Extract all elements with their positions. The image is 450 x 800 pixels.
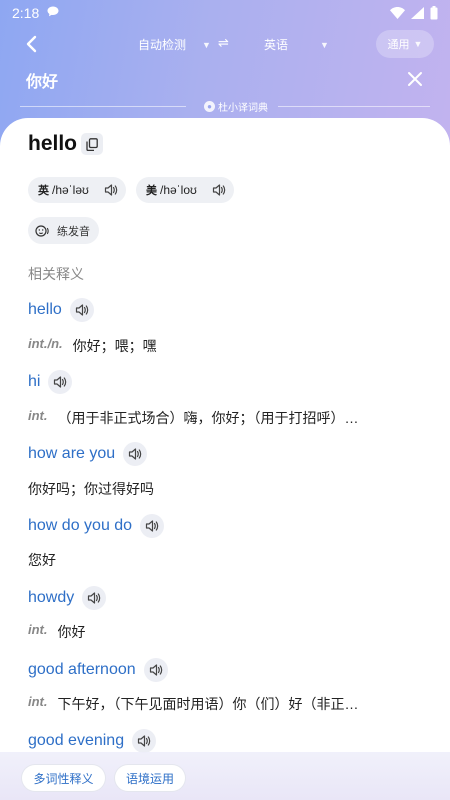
definition-text: 你好；喂；嘿 [72,338,157,354]
face-speaking-icon [35,224,51,238]
part-of-speech: int./n. [28,336,63,351]
definition-text: （用于非正式场合）嗨，你好；（用于打招呼）… [57,410,359,426]
part-of-speech: int. [28,408,48,423]
copy-icon[interactable] [81,133,103,155]
query-row: 你好 [0,64,450,94]
entry-word-text: howdy [28,589,75,606]
region-label: 英 [38,185,49,197]
entry-word-text: hi [28,373,41,390]
practice-pronunciation-button[interactable]: 练发音 [28,217,99,244]
speaker-icon[interactable] [69,298,94,322]
related-entry-word[interactable]: good afternoon [28,658,168,682]
entry-word-text: how are you [28,445,116,462]
entry-word-text: good evening [28,732,125,749]
query-input[interactable]: 你好 [26,68,58,92]
pronunciation-us[interactable]: 美 /həˈloʊ [136,177,234,203]
ipa-text: /həˈləʊ [52,183,89,197]
chevron-down-icon: ▼ [202,39,211,50]
related-entry-word[interactable]: how are you [28,442,148,466]
definition-text: 您好 [28,552,56,568]
related-entry-definition: 你好吗；你过得好吗 [28,479,422,499]
brand-label: ● 杜小译词典 [204,99,268,114]
definition-text: 你好吗；你过得好吗 [28,481,154,497]
chevron-down-icon: ▼ [413,39,423,49]
related-definitions-title: 相关释义 [28,266,84,282]
dictionary-brand-divider: ● 杜小译词典 [0,98,450,116]
related-entry-definition: int. 下午好，（下午见面时用语）你（们）好（非正… [28,694,422,714]
battery-icon [430,6,438,20]
swap-languages-icon[interactable]: ⇌ [218,36,229,51]
related-entry-word[interactable]: good evening [28,729,157,753]
target-language-label: 英语 [264,38,289,52]
back-arrow-icon[interactable] [22,34,42,54]
entry-word-text: good afternoon [28,661,136,678]
related-entry-word[interactable]: how do you do [28,514,165,538]
mode-label: 通用 [387,39,410,51]
speaker-icon [104,183,118,197]
bottom-tab-bar: 多词性释义 语境运用 [0,752,450,800]
result-card: hello 英 /həˈləʊ 美 /həˈloʊ 练发音 相关释义 hello… [0,118,450,800]
definition-text: 你好 [57,624,86,640]
wifi-icon [390,7,405,19]
source-language-label: 自动检测 [138,38,187,52]
entry-word-text: hello [28,301,62,318]
entry-word-text: how do you do [28,517,133,534]
speaker-icon[interactable] [82,586,107,610]
target-language-selector[interactable]: 英语 ▼ [264,36,329,53]
chevron-down-icon: ▼ [320,39,329,50]
related-entry-definition: 您好 [28,550,422,570]
speaker-icon[interactable] [132,729,157,753]
speaker-icon[interactable] [140,514,165,538]
tab-multi-pos-definitions[interactable]: 多词性释义 [22,765,105,791]
status-bar: 2:18 [0,0,450,26]
headword: hello [28,132,78,155]
practice-label: 练发音 [57,225,90,238]
related-entry-word[interactable]: howdy [28,586,107,610]
part-of-speech: int. [28,694,48,709]
pronunciation-uk[interactable]: 英 /həˈləʊ [28,177,126,203]
brand-logo-icon: ● [204,101,215,112]
chat-icon [47,6,59,20]
definition-text: 下午好，（下午见面时用语）你（们）好（非正… [57,696,359,712]
speaker-icon[interactable] [48,370,73,394]
part-of-speech: int. [28,622,48,637]
tab-context-usage[interactable]: 语境运用 [115,765,185,791]
region-label: 美 [146,185,157,197]
speaker-icon [212,183,226,197]
speaker-icon[interactable] [143,658,168,682]
ipa-text: /həˈloʊ [160,183,197,197]
close-icon[interactable] [406,70,424,88]
related-entry-definition: int./n. 你好；喂；嘿 [28,336,422,356]
related-entry-word[interactable]: hi [28,370,73,394]
mode-dropdown-button[interactable]: 通用 ▼ [376,30,434,58]
related-entry-definition: int. 你好 [28,622,422,642]
source-language-selector[interactable]: 自动检测 ▼ [138,36,211,53]
status-time: 2:18 [12,5,40,21]
related-entry-word[interactable]: hello [28,298,94,322]
divider-line [278,106,430,107]
signal-icon [411,7,424,19]
top-navigation: 自动检测 ▼ ⇌ 英语 ▼ 通用 ▼ [0,30,450,58]
brand-text: 杜小译词典 [218,103,268,114]
divider-line [20,106,186,107]
related-entry-definition: int. （用于非正式场合）嗨，你好；（用于打招呼）… [28,408,422,428]
speaker-icon[interactable] [123,442,148,466]
